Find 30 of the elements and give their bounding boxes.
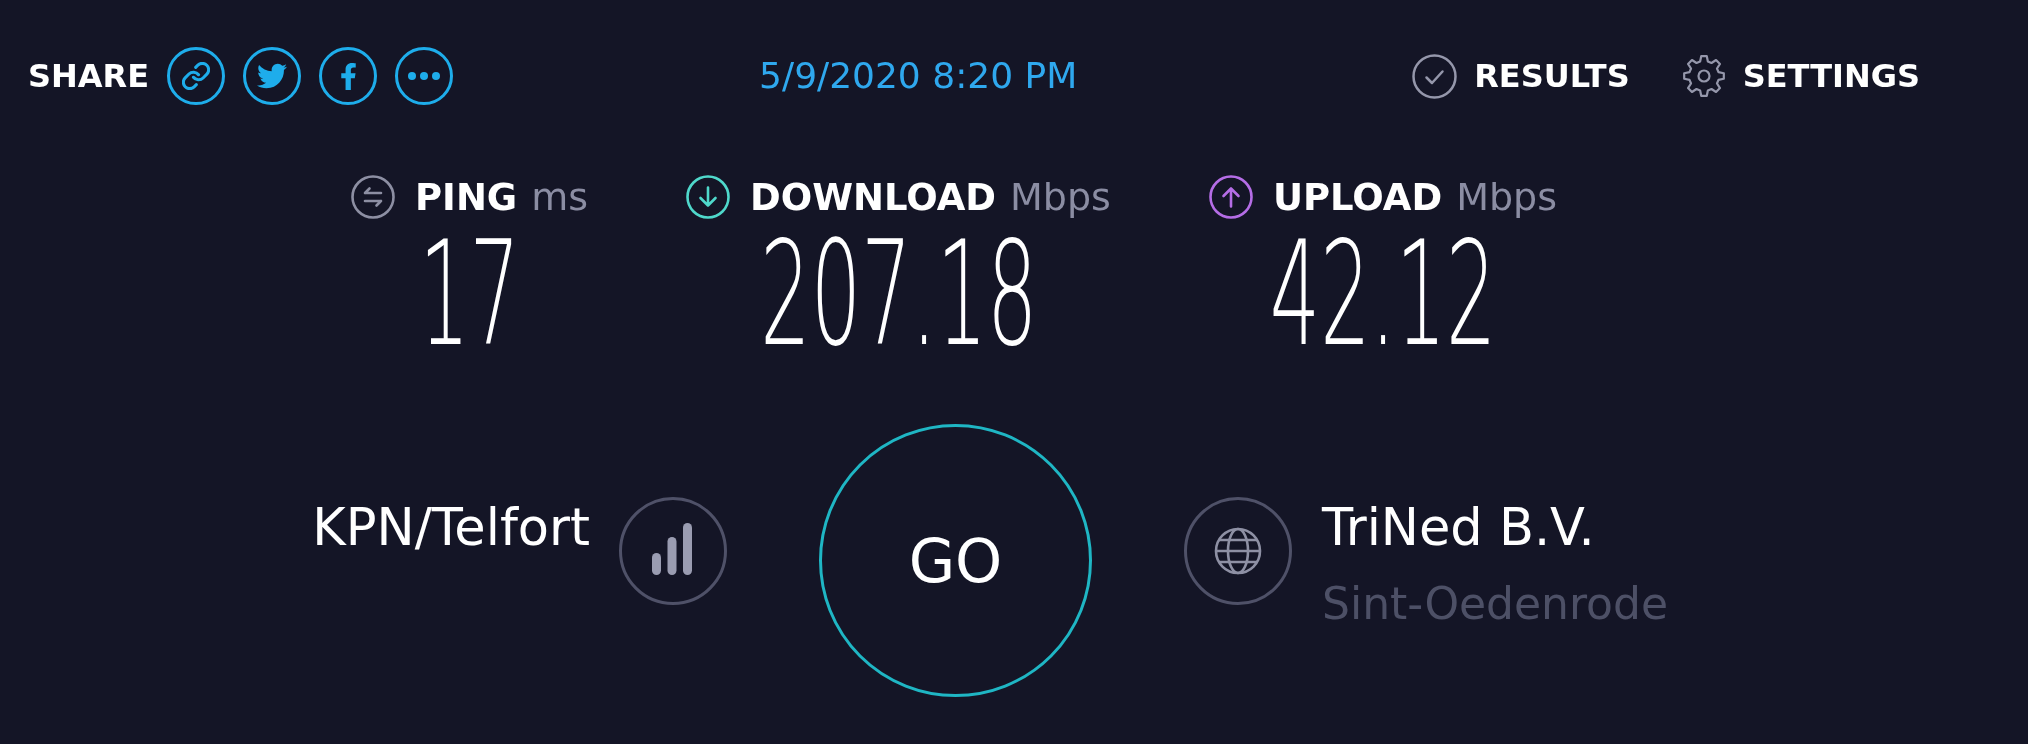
settings-button[interactable]: SETTINGS <box>1681 54 1920 98</box>
f-logo-icon <box>339 62 357 90</box>
more-button[interactable] <box>395 47 454 105</box>
metric-unit: ms <box>531 178 589 216</box>
results-button[interactable]: RESULTS <box>1412 53 1630 99</box>
metric-value: 207.18 <box>759 222 1038 366</box>
isp-name: KPN/Telfort <box>312 497 590 559</box>
metric-value: 42.12 <box>1269 222 1497 366</box>
globe-icon <box>1184 497 1292 605</box>
metric-label: PING <box>415 178 518 216</box>
metric-value: 17 <box>419 222 520 366</box>
date-link[interactable]: 5/9/2020 8:20 PM <box>759 58 1078 94</box>
server-location: Sint-Oedenrode <box>1322 579 1669 629</box>
metric-unit: Mbps <box>1456 178 1557 216</box>
metric-label: DOWNLOAD <box>750 178 997 216</box>
link-button[interactable] <box>167 47 226 105</box>
share-label: SHARE <box>28 60 150 92</box>
metric-unit: Mbps <box>1010 178 1111 216</box>
arrows-icon <box>351 175 395 219</box>
go-button[interactable]: GO <box>819 424 1092 697</box>
settings-icon <box>1681 54 1726 98</box>
dots-icon <box>408 72 441 80</box>
signal-bars-icon <box>619 497 727 605</box>
link-icon <box>182 62 211 90</box>
server-name: TriNed B.V. <box>1322 497 1596 559</box>
metric-label: UPLOAD <box>1272 178 1443 216</box>
bird-button[interactable] <box>243 47 302 105</box>
check-circle-icon <box>1412 53 1458 99</box>
bird-icon <box>257 61 288 91</box>
f-logo-button[interactable] <box>319 47 378 105</box>
